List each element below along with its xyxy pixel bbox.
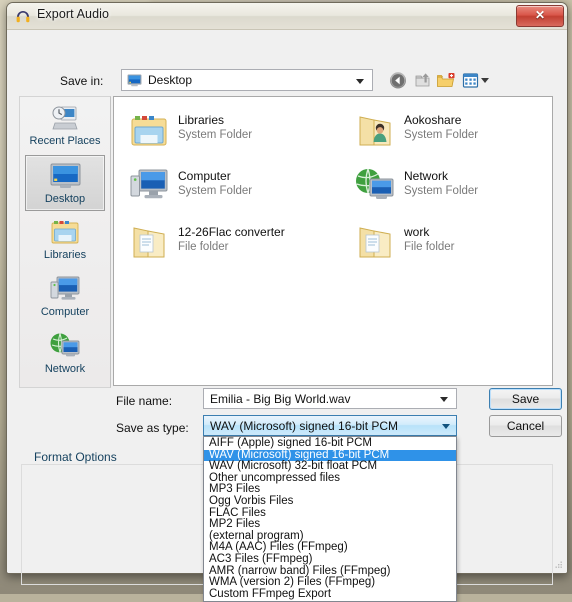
views-button[interactable]: [461, 71, 481, 90]
file-item[interactable]: Computer System Folder: [120, 159, 330, 213]
place-label: Network: [44, 363, 86, 375]
file-item[interactable]: work File folder: [346, 215, 556, 269]
file-item[interactable]: Libraries System Folder: [120, 103, 330, 157]
place-item-network[interactable]: Network: [25, 326, 105, 382]
folder-icon: [133, 227, 165, 258]
file-name: Aokoshare: [404, 113, 462, 127]
save-as-type-select[interactable]: WAV (Microsoft) signed 16-bit PCM: [203, 415, 457, 436]
place-label: Recent Places: [29, 135, 101, 147]
places-bar: Recent Places Desktop Libraries Computer…: [19, 96, 111, 388]
dropdown-option[interactable]: Custom FFmpeg Export: [204, 588, 456, 601]
save-as-type-dropdown-list[interactable]: AIFF (Apple) signed 16-bit PCM WAV (Micr…: [203, 436, 457, 602]
file-subtitle: System Folder: [404, 185, 479, 197]
desktop-icon: [26, 156, 104, 193]
file-name: Libraries: [178, 113, 225, 127]
libraries-icon: [25, 212, 105, 249]
place-item-computer[interactable]: Computer: [25, 269, 105, 325]
audacity-headphones-icon: [16, 11, 30, 23]
place-label: Computer: [40, 306, 90, 318]
file-name-input[interactable]: Emilia - Big Big World.wav: [203, 388, 457, 409]
libraries-folder-icon: [131, 116, 167, 146]
screen: Export Audio ✕ Save in: Desktop Recent P…: [0, 0, 572, 602]
close-icon: ✕: [534, 8, 546, 22]
file-name: 12-26Flac converter: [178, 225, 285, 239]
user-folder-icon: [359, 116, 391, 146]
save-as-type-value: WAV (Microsoft) signed 16-bit PCM: [210, 419, 399, 433]
file-item[interactable]: 12-26Flac converter File folder: [120, 215, 330, 269]
network-icon: [25, 326, 105, 363]
chevron-down-icon: [442, 424, 450, 429]
place-item-libraries[interactable]: Libraries: [25, 212, 105, 268]
up-folder-button[interactable]: [413, 71, 433, 90]
save-in-combo[interactable]: Desktop: [121, 69, 373, 91]
export-audio-dialog: Export Audio ✕ Save in: Desktop Recent P…: [6, 2, 568, 602]
place-item-desktop[interactable]: Desktop: [25, 155, 105, 211]
file-subtitle: File folder: [404, 241, 455, 253]
file-name: work: [404, 225, 430, 239]
dropdown-option[interactable]: MP2 Files: [204, 519, 456, 531]
recent-places-icon: [25, 98, 105, 135]
dropdown-option[interactable]: AC3 Files (FFmpeg): [204, 553, 456, 566]
file-subtitle: System Folder: [178, 185, 253, 197]
file-name: Computer: [178, 169, 231, 183]
place-label: Desktop: [44, 193, 86, 205]
back-button[interactable]: [388, 71, 408, 90]
desktop-icon: [127, 74, 142, 87]
close-button[interactable]: ✕: [516, 5, 564, 27]
computer-icon: [130, 169, 168, 199]
file-name-label: File name:: [116, 394, 173, 408]
dialog-body: Save in: Desktop Recent Places Desktop L…: [7, 30, 567, 602]
group-box-left-border: [21, 464, 22, 584]
save-in-value: Desktop: [148, 73, 193, 87]
file-item[interactable]: Aokoshare System Folder: [346, 103, 556, 157]
dropdown-option[interactable]: WMA (version 2) Files (FFmpeg): [204, 577, 456, 589]
format-options-title: Format Options: [29, 450, 122, 464]
dropdown-option[interactable]: Ogg Vorbis Files: [204, 495, 456, 508]
views-dropdown-arrow-icon[interactable]: [481, 78, 489, 83]
save-in-label: Save in:: [60, 74, 104, 88]
place-label: Libraries: [43, 249, 87, 261]
save-button[interactable]: Save: [489, 388, 562, 410]
place-item-recent-places[interactable]: Recent Places: [25, 98, 105, 154]
cancel-button[interactable]: Cancel: [489, 415, 562, 437]
title-bar: Export Audio ✕: [7, 3, 567, 30]
dropdown-option[interactable]: AIFF (Apple) signed 16-bit PCM: [204, 437, 456, 450]
network-icon: [356, 168, 394, 199]
file-name: Network: [404, 169, 449, 183]
save-as-type-label: Save as type:: [116, 421, 189, 435]
chevron-down-icon[interactable]: [440, 397, 448, 402]
file-subtitle: System Folder: [178, 129, 253, 141]
file-item[interactable]: Network System Folder: [346, 159, 556, 213]
folder-icon: [359, 227, 391, 258]
file-subtitle: File folder: [178, 241, 229, 253]
file-name-value: Emilia - Big Big World.wav: [210, 392, 351, 406]
chevron-down-icon[interactable]: [356, 79, 364, 84]
resize-grip[interactable]: [553, 560, 563, 570]
new-folder-button[interactable]: [436, 71, 456, 90]
file-subtitle: System Folder: [404, 129, 479, 141]
file-list[interactable]: Libraries System Folder Aokoshare System…: [113, 96, 553, 386]
window-title: Export Audio: [37, 7, 110, 21]
computer-icon: [25, 269, 105, 306]
